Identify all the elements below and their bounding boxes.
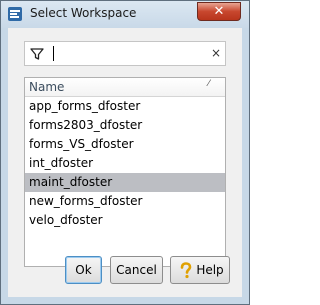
workspace-list[interactable]: Name ⁄ app_forms_dfoster forms2803_dfost… [24, 77, 226, 267]
close-icon: ✕ [213, 4, 225, 19]
clear-filter-icon[interactable]: × [209, 45, 223, 61]
list-item[interactable]: app_forms_dfoster [25, 97, 225, 116]
cancel-button-label: Cancel [116, 263, 157, 277]
list-item[interactable]: new_forms_dfoster [25, 192, 225, 211]
close-button[interactable]: ✕ [197, 2, 241, 21]
cancel-button[interactable]: Cancel [110, 256, 163, 284]
text-caret [53, 46, 54, 61]
ok-button-label: Ok [75, 263, 92, 277]
list-item-selected[interactable]: maint_dfoster [25, 173, 225, 192]
filter-field[interactable]: × [24, 41, 226, 66]
dialog-body: × Name ⁄ app_forms_dfoster forms2803_dfo… [8, 28, 242, 297]
filter-input[interactable] [49, 44, 199, 63]
column-header-label: Name [29, 80, 65, 94]
column-header-name[interactable]: Name ⁄ [25, 78, 225, 97]
help-button[interactable]: Help [170, 256, 230, 284]
filter-icon [30, 48, 44, 60]
list-item[interactable]: forms_VS_dfoster [25, 135, 225, 154]
help-button-label: Help [196, 263, 224, 277]
window-title: Select Workspace [30, 6, 137, 20]
ok-button[interactable]: Ok [65, 256, 102, 284]
list-item[interactable]: int_dfoster [25, 154, 225, 173]
sort-indicator-icon: ⁄ [208, 79, 210, 89]
list-item[interactable]: velo_dfoster [25, 211, 225, 230]
title-bar[interactable]: Select Workspace ✕ [1, 1, 249, 28]
select-workspace-dialog: Select Workspace ✕ × Name ⁄ app_forms_df… [0, 0, 250, 305]
list-item[interactable]: forms2803_dfoster [25, 116, 225, 135]
app-icon [8, 7, 22, 21]
